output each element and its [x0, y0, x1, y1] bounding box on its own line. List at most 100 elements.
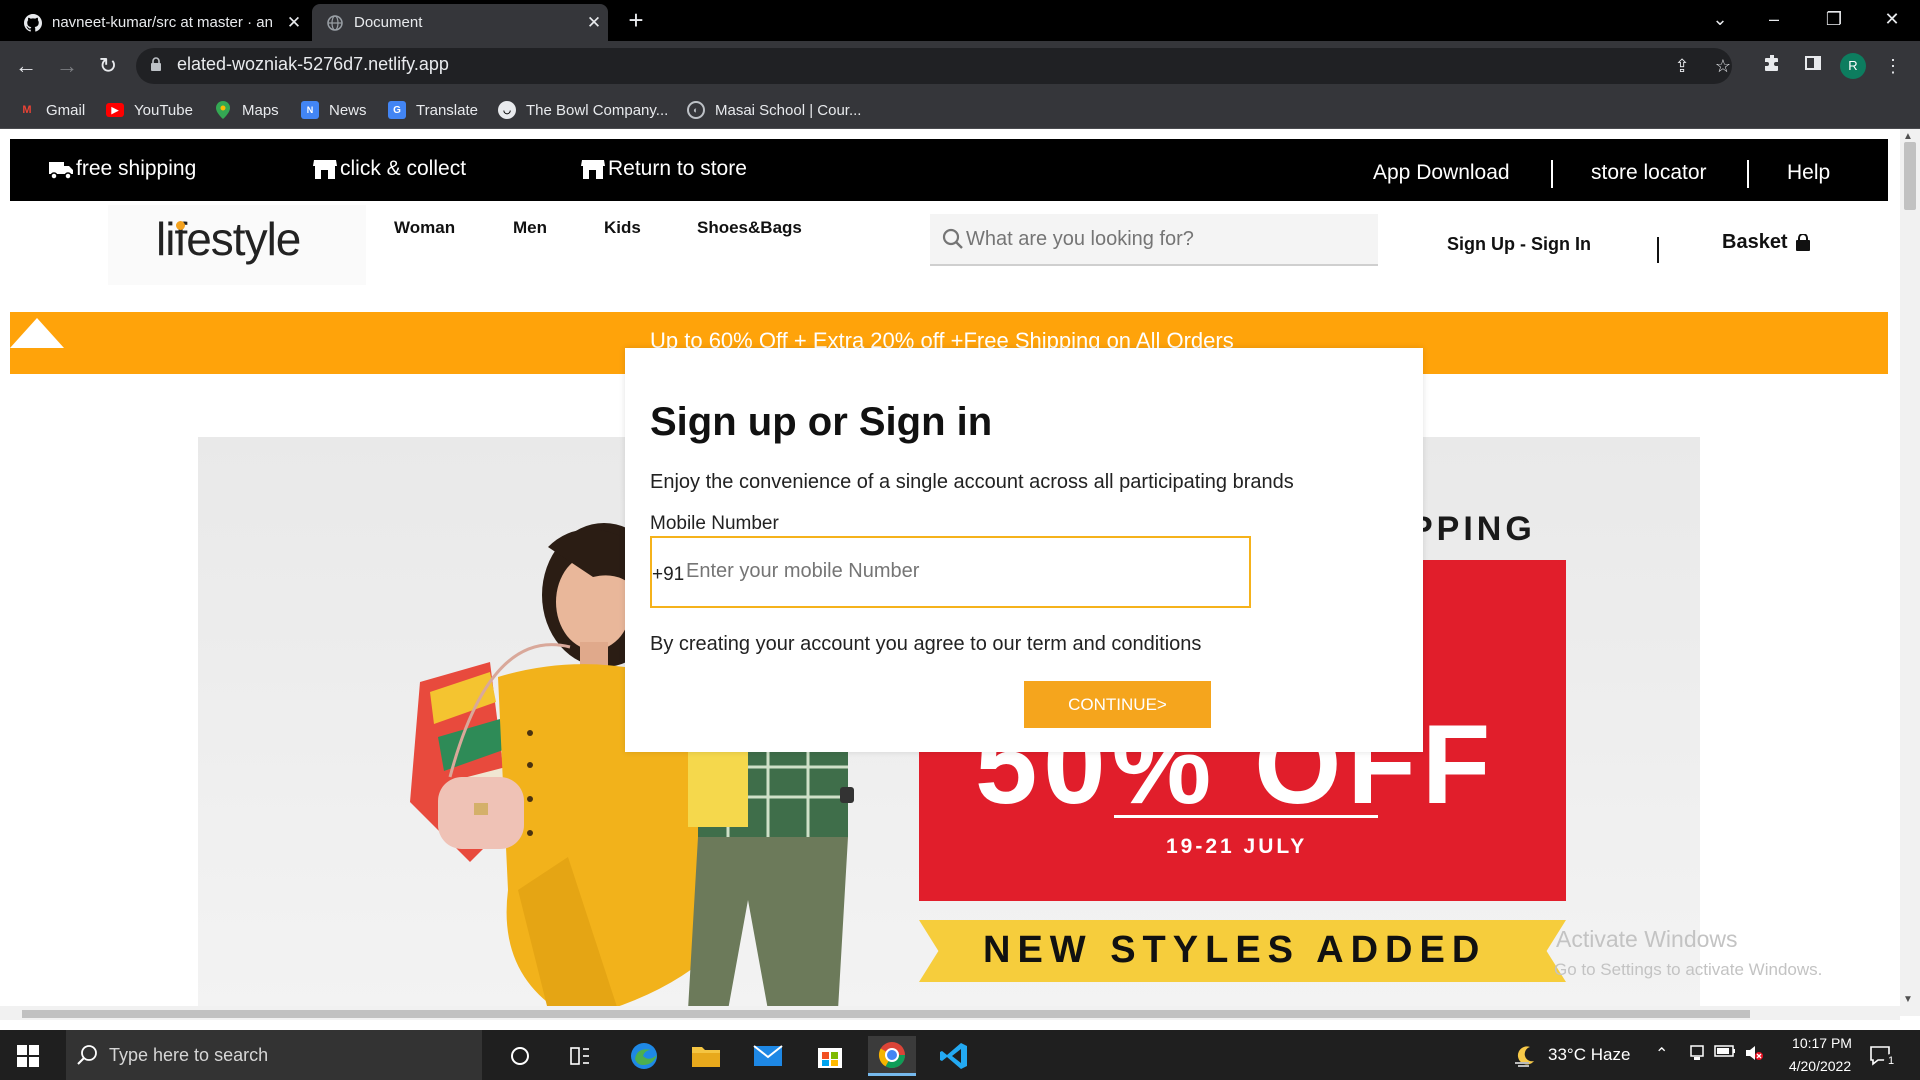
back-icon[interactable]: ← [10, 50, 42, 82]
network-icon[interactable] [1688, 1044, 1706, 1067]
menu-kebab-icon[interactable]: ⋮ [1879, 52, 1907, 80]
close-window-button[interactable]: ✕ [1864, 0, 1920, 38]
lifestyle-logo[interactable]: lifestyle [156, 212, 301, 266]
bookmark-bowl-company[interactable]: ◡ The Bowl Company... [498, 96, 668, 124]
translate-icon: G [388, 101, 406, 119]
youtube-icon: ▶ [106, 103, 124, 117]
clock-time[interactable]: 10:17 PM [1782, 1035, 1862, 1051]
chevron-up-icon[interactable]: ⌃ [1655, 1044, 1668, 1064]
bookmarks-bar [0, 91, 1920, 129]
store-locator-link[interactable]: store locator [1591, 161, 1707, 185]
search-placeholder[interactable]: What are you looking for? [966, 228, 1194, 251]
tab-search-icon[interactable]: ⌄ [1692, 0, 1748, 38]
bookmark-label: Masai School | Cour... [715, 101, 862, 119]
activate-windows-title: Activate Windows [1556, 926, 1738, 952]
cortana-icon[interactable] [496, 1036, 544, 1076]
help-link[interactable]: Help [1787, 161, 1830, 185]
free-shipping-link[interactable]: free shipping [48, 157, 196, 181]
share-icon[interactable]: ⇪ [1668, 52, 1696, 80]
divider [1551, 160, 1553, 188]
triangle-decoration [10, 318, 64, 348]
divider [1747, 160, 1749, 188]
logo-dot [176, 221, 185, 230]
bookmark-star-icon[interactable]: ☆ [1709, 52, 1737, 80]
microsoft-store-icon[interactable] [806, 1036, 854, 1076]
basket-link[interactable]: Basket [1722, 231, 1812, 254]
truck-icon [49, 162, 73, 180]
browser-tab-github[interactable]: navneet-kumar/src at master · an ✕ [10, 4, 308, 41]
close-tab-icon[interactable]: ✕ [580, 13, 608, 33]
windows-start-icon[interactable] [17, 1045, 39, 1067]
click-collect-link[interactable]: click & collect [312, 157, 466, 181]
activate-windows-subtitle: Go to Settings to activate Windows. [1554, 960, 1823, 979]
battery-icon[interactable] [1714, 1044, 1736, 1063]
taskbar-search-placeholder[interactable]: Type here to search [109, 1045, 268, 1066]
volume-muted-icon[interactable] [1744, 1044, 1764, 1067]
forward-icon[interactable]: → [51, 50, 83, 82]
scroll-down-arrow-icon[interactable]: ▼ [1903, 994, 1913, 1005]
restore-button[interactable]: ❐ [1806, 0, 1862, 38]
minimize-button[interactable]: – [1746, 0, 1802, 38]
click-collect-label: click & collect [340, 157, 467, 180]
github-icon [24, 13, 42, 32]
horizontal-scroll-thumb[interactable] [22, 1010, 1750, 1018]
bookmark-news[interactable]: N News [301, 96, 367, 124]
close-tab-icon[interactable]: ✕ [280, 13, 308, 33]
bookmark-maps[interactable]: Maps [214, 96, 279, 124]
weather-text[interactable]: 33°C Haze [1548, 1045, 1630, 1065]
modal-title: Sign up or Sign in [650, 400, 993, 444]
search-icon [942, 228, 963, 249]
bookmark-youtube[interactable]: ▶ YouTube [106, 96, 193, 124]
continue-button[interactable]: CONTINUE> [1024, 681, 1211, 728]
new-tab-button[interactable]: + [622, 6, 650, 34]
promo-date: 19-21 JULY [1166, 835, 1308, 858]
notification-center-icon[interactable]: 1 [1868, 1044, 1898, 1070]
bookmark-label: Maps [242, 101, 279, 119]
extensions-icon[interactable] [1758, 52, 1786, 80]
store-icon [581, 160, 605, 179]
chrome-icon[interactable] [868, 1036, 916, 1076]
clock-date[interactable]: 4/20/2022 [1775, 1058, 1865, 1074]
tab-title: Document [354, 14, 423, 31]
scroll-up-arrow-icon[interactable]: ▲ [1903, 131, 1913, 142]
app-download-link[interactable]: App Download [1373, 161, 1510, 185]
bowl-icon: ◡ [498, 101, 516, 119]
modal-subtitle: Enjoy the convenience of a single accoun… [650, 471, 1294, 493]
return-to-store-link[interactable]: Return to store [580, 157, 747, 181]
maps-icon [214, 101, 232, 119]
news-icon: N [301, 101, 319, 119]
bookmark-translate[interactable]: G Translate [388, 96, 478, 124]
bookmark-label: YouTube [134, 101, 193, 119]
divider [1657, 237, 1659, 263]
bookmark-label: Translate [416, 101, 478, 119]
notification-count: 1 [1884, 1054, 1898, 1068]
search-icon [77, 1045, 97, 1065]
vscode-icon[interactable] [930, 1036, 978, 1076]
weather-icon[interactable] [1512, 1043, 1538, 1069]
reload-icon[interactable]: ↻ [92, 50, 124, 82]
task-view-icon[interactable] [556, 1036, 604, 1076]
terms-text: By creating your account you agree to ou… [650, 633, 1202, 655]
lock-icon[interactable] [150, 56, 164, 76]
file-explorer-icon[interactable] [682, 1036, 730, 1076]
url-text[interactable]: elated-wozniak-5276d7.netlify.app [177, 54, 449, 75]
mobile-number-input[interactable] [686, 551, 1236, 591]
mobile-number-label: Mobile Number [650, 513, 779, 534]
signup-signin-link[interactable]: Sign Up - Sign In [1447, 234, 1591, 255]
nav-men[interactable]: Men [513, 218, 547, 238]
nav-woman[interactable]: Woman [394, 218, 455, 238]
mail-icon[interactable] [744, 1036, 792, 1076]
store-icon [313, 160, 337, 179]
vertical-scrollbar[interactable] [1900, 129, 1920, 1016]
tab-title: navneet-kumar/src at master · an [52, 14, 273, 31]
browser-tab-document[interactable]: Document ✕ [312, 4, 608, 41]
profile-avatar[interactable]: R [1840, 53, 1866, 79]
masai-icon: ◐ [687, 101, 705, 119]
side-panel-icon[interactable] [1799, 52, 1827, 80]
nav-kids[interactable]: Kids [604, 218, 641, 238]
vertical-scroll-thumb[interactable] [1904, 142, 1916, 210]
nav-shoes-bags[interactable]: Shoes&Bags [697, 218, 802, 238]
bookmark-masai-school[interactable]: ◐ Masai School | Cour... [687, 96, 861, 124]
edge-icon[interactable] [620, 1036, 668, 1076]
bookmark-gmail[interactable]: M Gmail [18, 96, 85, 124]
